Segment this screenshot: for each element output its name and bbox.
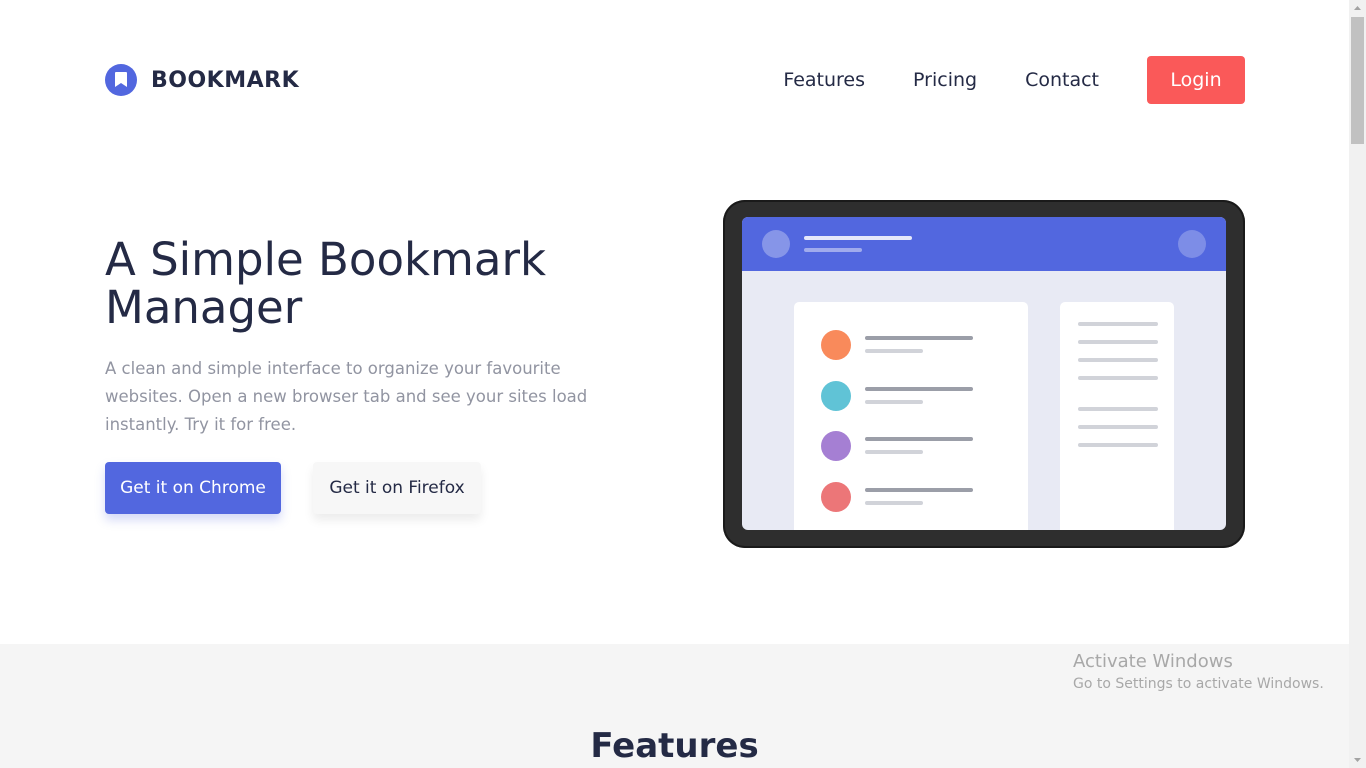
scrollbar-thumb[interactable] (1351, 17, 1364, 144)
list-line (865, 400, 923, 404)
list-line (865, 387, 973, 391)
windows-activation-watermark: Activate Windows Go to Settings to activ… (1073, 651, 1324, 692)
side-line (1078, 322, 1158, 326)
list-line (865, 450, 923, 454)
get-firefox-button[interactable]: Get it on Firefox (313, 462, 481, 514)
logo-text: BOOKMARK (151, 67, 300, 93)
side-line (1078, 358, 1158, 362)
hero-description: A clean and simple interface to organize… (105, 359, 588, 434)
main-nav: Features Pricing Contact Login (783, 56, 1245, 104)
list-dot-1 (821, 381, 851, 411)
watermark-subtitle: Go to Settings to activate Windows. (1073, 676, 1324, 692)
scroll-down-arrow-icon[interactable] (1349, 751, 1366, 768)
side-line (1078, 443, 1158, 447)
illustration-top-bar (742, 217, 1226, 271)
logo[interactable]: BOOKMARK (105, 64, 299, 96)
illustration-screen (742, 217, 1226, 530)
get-chrome-button[interactable]: Get it on Chrome (105, 462, 281, 514)
list-line (865, 349, 923, 353)
page: BOOKMARK Features Pricing Contact Login … (0, 0, 1349, 768)
hero-title-line-2: Manager (105, 281, 303, 334)
list-line (865, 336, 973, 340)
list-line (865, 437, 973, 441)
illustration-list-card (794, 302, 1028, 530)
illustration-avatar-dot (762, 230, 790, 258)
site-header: BOOKMARK Features Pricing Contact Login (105, 56, 1245, 104)
side-line (1078, 340, 1158, 344)
list-line (865, 501, 923, 505)
side-line (1078, 407, 1158, 411)
list-dot-3 (821, 482, 851, 512)
nav-link-features[interactable]: Features (783, 69, 865, 91)
hero-title: A Simple Bookmark Manager (105, 236, 645, 332)
features-title: Features (590, 726, 759, 766)
login-button[interactable]: Login (1147, 56, 1245, 104)
nav-link-pricing[interactable]: Pricing (913, 69, 977, 91)
bookmark-logo-icon (105, 64, 137, 96)
vertical-scrollbar[interactable] (1349, 0, 1366, 768)
illustration-bar-line (804, 236, 912, 240)
hero-illustration (723, 200, 1245, 548)
watermark-title: Activate Windows (1073, 651, 1233, 672)
hero-title-line-1: A Simple Bookmark (105, 233, 547, 286)
list-line (865, 488, 973, 492)
illustration-side-card (1060, 302, 1174, 530)
illustration-menu-dot (1178, 230, 1206, 258)
scroll-up-arrow-icon[interactable] (1349, 0, 1366, 17)
side-line (1078, 376, 1158, 380)
list-dot-0 (821, 330, 851, 360)
list-dot-2 (821, 431, 851, 461)
side-line (1078, 425, 1158, 429)
nav-link-contact[interactable]: Contact (1025, 69, 1099, 91)
illustration-bar-line (804, 248, 862, 252)
